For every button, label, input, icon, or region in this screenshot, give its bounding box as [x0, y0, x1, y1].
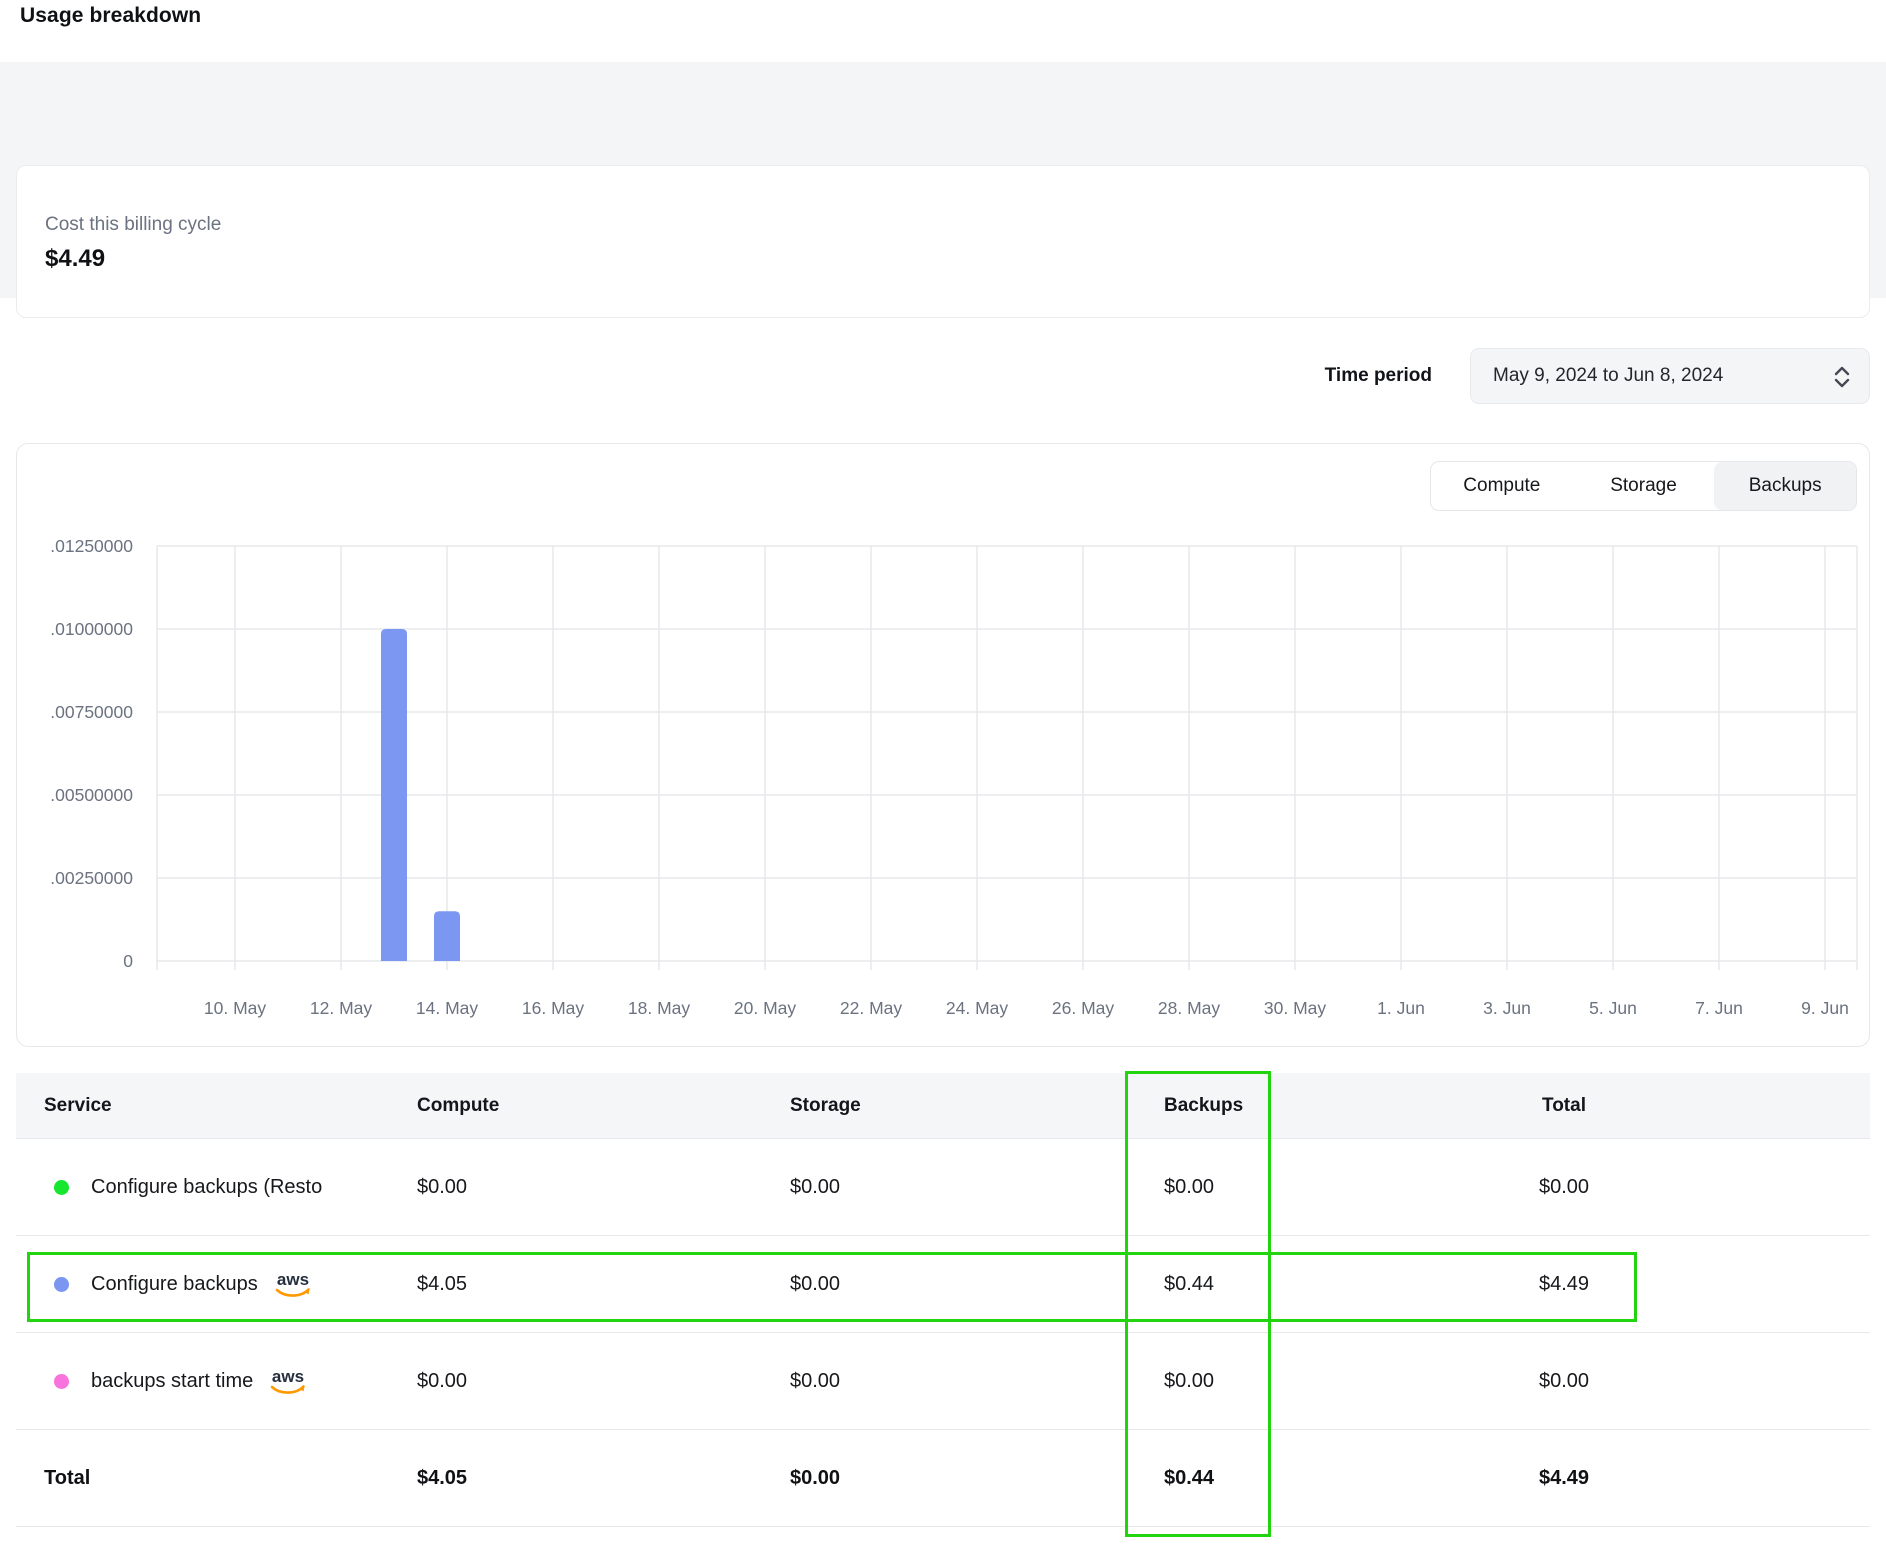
y-axis-tick-label: 0 [123, 951, 133, 971]
x-axis-tick-label: 20. May [734, 998, 796, 1018]
total-compute: $4.05 [417, 1467, 790, 1490]
cost-card-label: Cost this billing cycle [45, 214, 1869, 236]
cost-card-value: $4.49 [45, 245, 1869, 273]
x-axis-tick-label: 14. May [416, 998, 478, 1018]
x-axis-tick-label: 5. Jun [1589, 998, 1637, 1018]
series-dot-green [54, 1180, 69, 1195]
service-name: Configure backups [91, 1273, 258, 1296]
y-axis-tick-label: .00250000 [50, 868, 133, 888]
y-axis-tick-label: .01000000 [50, 619, 133, 639]
cost-card: Cost this billing cycle $4.49 [16, 165, 1870, 318]
tab-compute[interactable]: Compute [1431, 462, 1573, 510]
aws-logo-icon: aws [272, 1270, 314, 1304]
cell-storage: $0.00 [790, 1273, 1164, 1296]
cell-compute: $0.00 [417, 1176, 790, 1199]
x-axis-tick-label: 12. May [310, 998, 372, 1018]
x-axis-tick-label: 10. May [204, 998, 266, 1018]
page-title: Usage breakdown [20, 4, 201, 28]
chart-tab-group: Compute Storage Backups [1430, 461, 1857, 511]
usage-bar-14-May[interactable] [434, 911, 460, 961]
tab-backups[interactable]: Backups [1714, 462, 1856, 510]
col-header-compute: Compute [417, 1095, 790, 1117]
cell-total: $0.00 [1454, 1176, 1870, 1199]
service-name: backups start time [91, 1370, 253, 1393]
total-backups: $0.44 [1164, 1467, 1454, 1490]
table-row: backups start time aws $0.00 $0.00 $0.00… [16, 1333, 1870, 1430]
svg-text:aws: aws [272, 1367, 304, 1386]
x-axis-tick-label: 16. May [522, 998, 584, 1018]
x-axis-tick-label: 18. May [628, 998, 690, 1018]
y-axis-tick-label: .01250000 [50, 536, 133, 556]
col-header-backups: Backups [1164, 1095, 1454, 1117]
total-storage: $0.00 [790, 1467, 1164, 1490]
x-axis-tick-label: 1. Jun [1377, 998, 1425, 1018]
total-total: $4.49 [1454, 1467, 1870, 1490]
usage-bar-13-May[interactable] [381, 629, 407, 961]
usage-chart-card: Compute Storage Backups .01250000 .010000… [16, 443, 1870, 1047]
cell-backups: $0.44 [1164, 1273, 1454, 1296]
series-dot-blue [54, 1277, 69, 1292]
col-header-service: Service [16, 1095, 417, 1117]
x-axis-tick-label: 9. Jun [1801, 998, 1849, 1018]
usage-bar-chart: .01250000 .01000000 .00750000 .00500000 .002… [17, 444, 1869, 1046]
x-axis-tick-label: 7. Jun [1695, 998, 1743, 1018]
cell-storage: $0.00 [790, 1176, 1164, 1199]
series-dot-pink [54, 1374, 69, 1389]
col-header-storage: Storage [790, 1095, 1164, 1117]
x-axis-tick-label: 26. May [1052, 998, 1114, 1018]
time-period-select[interactable]: May 9, 2024 to Jun 8, 2024 [1470, 348, 1870, 404]
table-row: Configure backups (Resto $0.00 $0.00 $0.… [16, 1139, 1870, 1236]
cell-total: $0.00 [1454, 1370, 1870, 1393]
table-header-row: Service Compute Storage Backups Total [16, 1073, 1870, 1139]
time-period-row: Time period May 9, 2024 to Jun 8, 2024 [0, 348, 1870, 404]
tab-storage[interactable]: Storage [1573, 462, 1715, 510]
cell-storage: $0.00 [790, 1370, 1164, 1393]
service-name: Configure backups (Resto [91, 1176, 322, 1199]
select-updown-icon [1831, 365, 1853, 389]
time-period-label: Time period [1325, 365, 1432, 387]
svg-text:aws: aws [277, 1270, 309, 1289]
x-axis-tick-label: 3. Jun [1483, 998, 1531, 1018]
cell-total: $4.49 [1454, 1273, 1870, 1296]
aws-logo-icon: aws [267, 1367, 309, 1401]
cell-backups: $0.00 [1164, 1176, 1454, 1199]
time-period-selected-value: May 9, 2024 to Jun 8, 2024 [1493, 365, 1723, 387]
cell-backups: $0.00 [1164, 1370, 1454, 1393]
table-row-highlighted: Configure backups aws $4.05 $0.00 $0.44 … [16, 1236, 1870, 1333]
y-axis-tick-label: .00500000 [50, 785, 133, 805]
usage-table: Service Compute Storage Backups Total Co… [16, 1073, 1870, 1527]
cell-compute: $4.05 [417, 1273, 790, 1296]
summary-section: Cost this billing cycle $4.49 [0, 62, 1886, 298]
table-total-row: Total $4.05 $0.00 $0.44 $4.49 [16, 1430, 1870, 1527]
x-axis-tick-label: 28. May [1158, 998, 1220, 1018]
x-axis-tick-label: 30. May [1264, 998, 1326, 1018]
y-axis-tick-label: .00750000 [50, 702, 133, 722]
total-label: Total [16, 1467, 417, 1490]
cell-compute: $0.00 [417, 1370, 790, 1393]
col-header-total: Total [1454, 1095, 1870, 1117]
x-axis-tick-label: 22. May [840, 998, 902, 1018]
x-axis-tick-label: 24. May [946, 998, 1008, 1018]
